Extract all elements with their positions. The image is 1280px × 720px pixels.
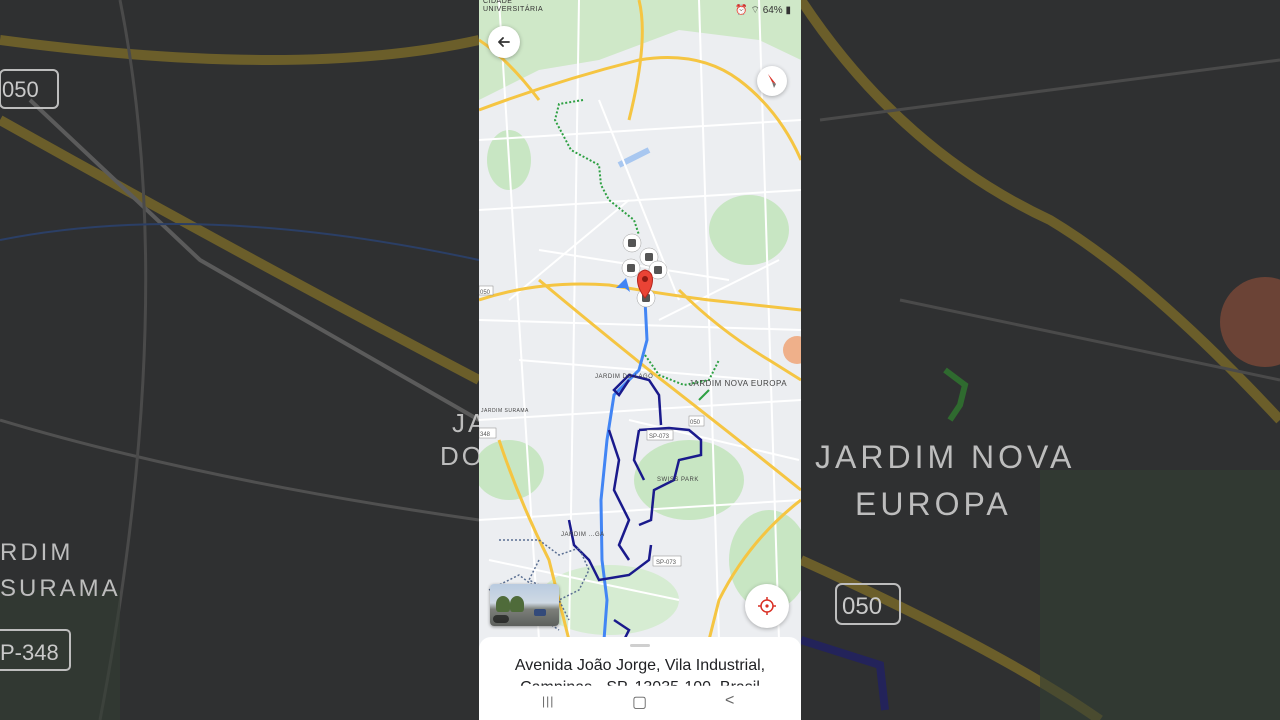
background-label: 050: [2, 77, 39, 102]
background-label: SURAMA: [0, 575, 121, 602]
back-button[interactable]: [488, 26, 520, 58]
map-label: SWISS PARK: [657, 477, 699, 483]
bus-stop-icon[interactable]: [622, 233, 642, 253]
bus-stop-icon[interactable]: [621, 258, 641, 278]
compass-icon: [768, 74, 776, 88]
street-view-thumbnail[interactable]: [490, 584, 559, 626]
wifi-icon: ⌔: [750, 5, 760, 16]
map-label: 050: [480, 290, 491, 296]
street-view-icon: [493, 615, 509, 623]
background-label: P-348: [0, 640, 59, 665]
phone-screen: 050 JARDIM DO LAGO JARDIM NOVA EUROPA JA…: [479, 0, 801, 720]
sheet-drag-handle[interactable]: [630, 644, 650, 647]
home-button[interactable]: ▢: [632, 692, 647, 712]
status-location: CIDADE UNIVERSITÁRIA: [483, 0, 544, 13]
map-label: SP-073: [656, 560, 677, 566]
map-label: 348: [480, 432, 491, 438]
map-label: SP-073: [649, 434, 670, 440]
address-line-1: Avenida João Jorge, Vila Industrial,: [514, 657, 766, 674]
background-label: EUROPA: [855, 486, 1012, 522]
background-label: 050: [842, 593, 882, 620]
nav-back-button[interactable]: <: [725, 692, 734, 710]
my-location-icon: [758, 597, 776, 615]
map-label: JARDIM NOVA EUROPA: [689, 379, 787, 388]
compass-button[interactable]: [757, 66, 787, 96]
status-battery: ⏰ ⌔ 64% ▮: [735, 4, 791, 17]
background-label: RDIM: [0, 539, 73, 566]
arrow-left-icon: [498, 37, 510, 47]
map-label: JARDIM SURAMA: [481, 408, 529, 414]
system-nav-bar: ||| ▢ <: [479, 686, 801, 720]
battery-level: 64%: [762, 5, 783, 16]
battery-icon: ▮: [785, 5, 791, 16]
map-label: JARDIM ...GA: [561, 532, 605, 538]
map-label: 050: [690, 420, 701, 426]
map-label: JARDIM DO LAGO: [595, 374, 653, 380]
background-label: JARDIM NOVA: [815, 439, 1075, 475]
alarm-icon: ⏰: [735, 5, 748, 16]
my-location-button[interactable]: [745, 584, 789, 628]
status-bar: CIDADE UNIVERSITÁRIA ⏰ ⌔ 64% ▮: [479, 0, 801, 20]
map-view[interactable]: 050 JARDIM DO LAGO JARDIM NOVA EUROPA JA…: [479, 0, 801, 640]
recents-button[interactable]: |||: [542, 694, 554, 708]
